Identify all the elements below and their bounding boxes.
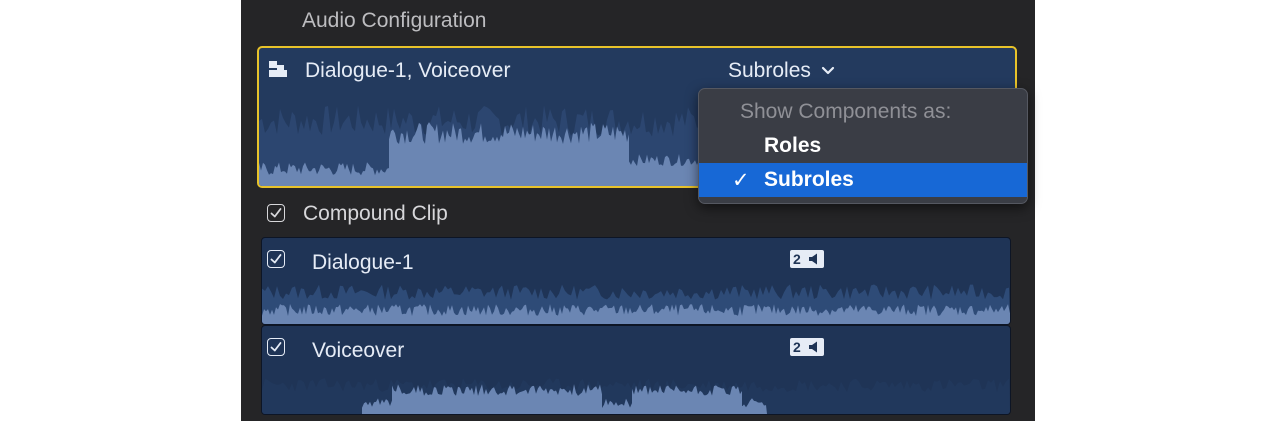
component-label: Dialogue-1 <box>312 251 414 274</box>
clip-role-icon <box>269 61 287 77</box>
speaker-icon <box>808 253 817 265</box>
chevron-down-icon <box>821 66 834 75</box>
menu-item-roles[interactable]: Roles <box>699 129 1027 163</box>
checkmark-icon: ✓ <box>732 169 750 192</box>
compound-clip-label: Compound Clip <box>303 202 448 225</box>
compound-clip-checkbox[interactable] <box>267 204 285 222</box>
component-clip-voiceover[interactable]: Voiceover 2 <box>261 325 1011 415</box>
channel-badge: 2 <box>790 338 824 356</box>
show-components-dropdown[interactable]: Subroles <box>728 59 835 83</box>
show-components-menu: Show Components as: Roles ✓ Subroles <box>698 88 1028 204</box>
channel-badge: 2 <box>790 250 824 268</box>
component-clip-dialogue[interactable]: Dialogue-1 2 <box>261 237 1011 325</box>
component-label: Voiceover <box>312 339 405 362</box>
checkmark-icon <box>270 208 282 218</box>
speaker-icon <box>808 341 817 353</box>
menu-header: Show Components as: <box>740 100 952 123</box>
menu-item-subroles[interactable]: ✓ Subroles <box>699 163 1027 197</box>
channel-count: 2 <box>790 338 804 356</box>
clip-label: Dialogue-1, Voiceover <box>305 59 511 82</box>
waveform <box>262 378 1010 414</box>
waveform <box>262 284 1010 324</box>
menu-item-label: Roles <box>764 134 822 157</box>
audio-configuration-panel: Audio Configuration Dialogue-1, Voiceove… <box>241 0 1035 421</box>
menu-item-label: Subroles <box>764 168 854 191</box>
channel-count: 2 <box>790 250 804 268</box>
component-checkbox[interactable] <box>267 338 285 356</box>
component-checkbox[interactable] <box>267 250 285 268</box>
checkmark-icon <box>270 342 282 352</box>
checkmark-icon <box>270 254 282 264</box>
dropdown-label: Subroles <box>728 59 811 82</box>
panel-title: Audio Configuration <box>302 9 487 32</box>
